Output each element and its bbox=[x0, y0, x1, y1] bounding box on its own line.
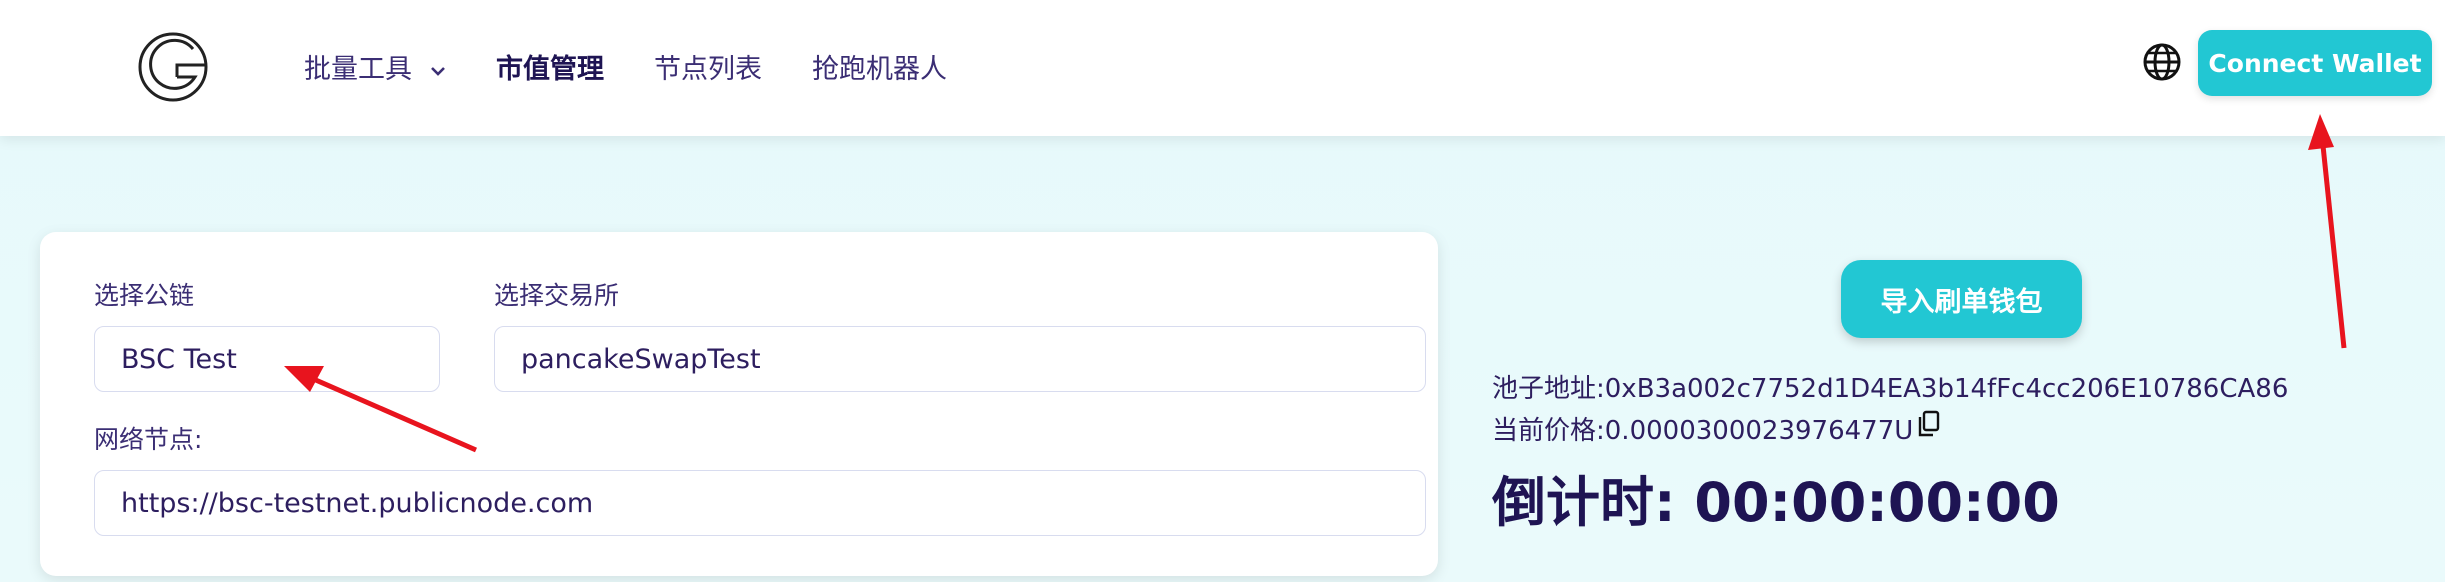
chain-label: 选择公链 bbox=[94, 281, 195, 310]
chevron-down-icon bbox=[430, 66, 445, 76]
nav-batch-tools[interactable]: 批量工具 bbox=[304, 47, 447, 86]
globe-icon[interactable] bbox=[2142, 42, 2182, 82]
countdown-timer: 倒计时: 00:00:00:00 bbox=[1492, 471, 2060, 534]
current-price-row: 当前价格:0.0000300023976477U bbox=[1492, 410, 1941, 447]
exchange-label: 选择交易所 bbox=[494, 281, 620, 310]
chain-select[interactable]: BSC Test bbox=[94, 326, 440, 392]
node-label: 网络节点: bbox=[94, 425, 203, 454]
import-wallet-button[interactable]: 导入刷单钱包 bbox=[1841, 260, 2082, 338]
annotation-arrow-connect bbox=[2308, 114, 2347, 349]
copy-icon[interactable] bbox=[1917, 410, 1941, 438]
settings-card: 选择公链 BSC Test 选择交易所 pancakeSwapTest 网络节点… bbox=[40, 232, 1438, 576]
nav-frontrun-bot[interactable]: 抢跑机器人 bbox=[812, 47, 947, 86]
nav-batch-tools-label: 批量工具 bbox=[304, 54, 412, 85]
node-input[interactable]: https://bsc-testnet.publicnode.com bbox=[94, 470, 1426, 536]
connect-wallet-button[interactable]: Connect Wallet bbox=[2198, 30, 2432, 96]
top-header: 批量工具 市值管理 节点列表 抢跑机器人 Connect Wallet bbox=[0, 0, 2445, 136]
exchange-select[interactable]: pancakeSwapTest bbox=[494, 326, 1426, 392]
nav-node-list[interactable]: 节点列表 bbox=[654, 47, 762, 86]
pool-address: 池子地址:0xB3a002c7752d1D4EA3b14fFc4cc206E10… bbox=[1492, 374, 2289, 404]
current-price: 当前价格:0.0000300023976477U bbox=[1492, 416, 1914, 446]
nav-market-cap[interactable]: 市值管理 bbox=[496, 47, 604, 86]
logo-icon[interactable] bbox=[133, 25, 217, 109]
